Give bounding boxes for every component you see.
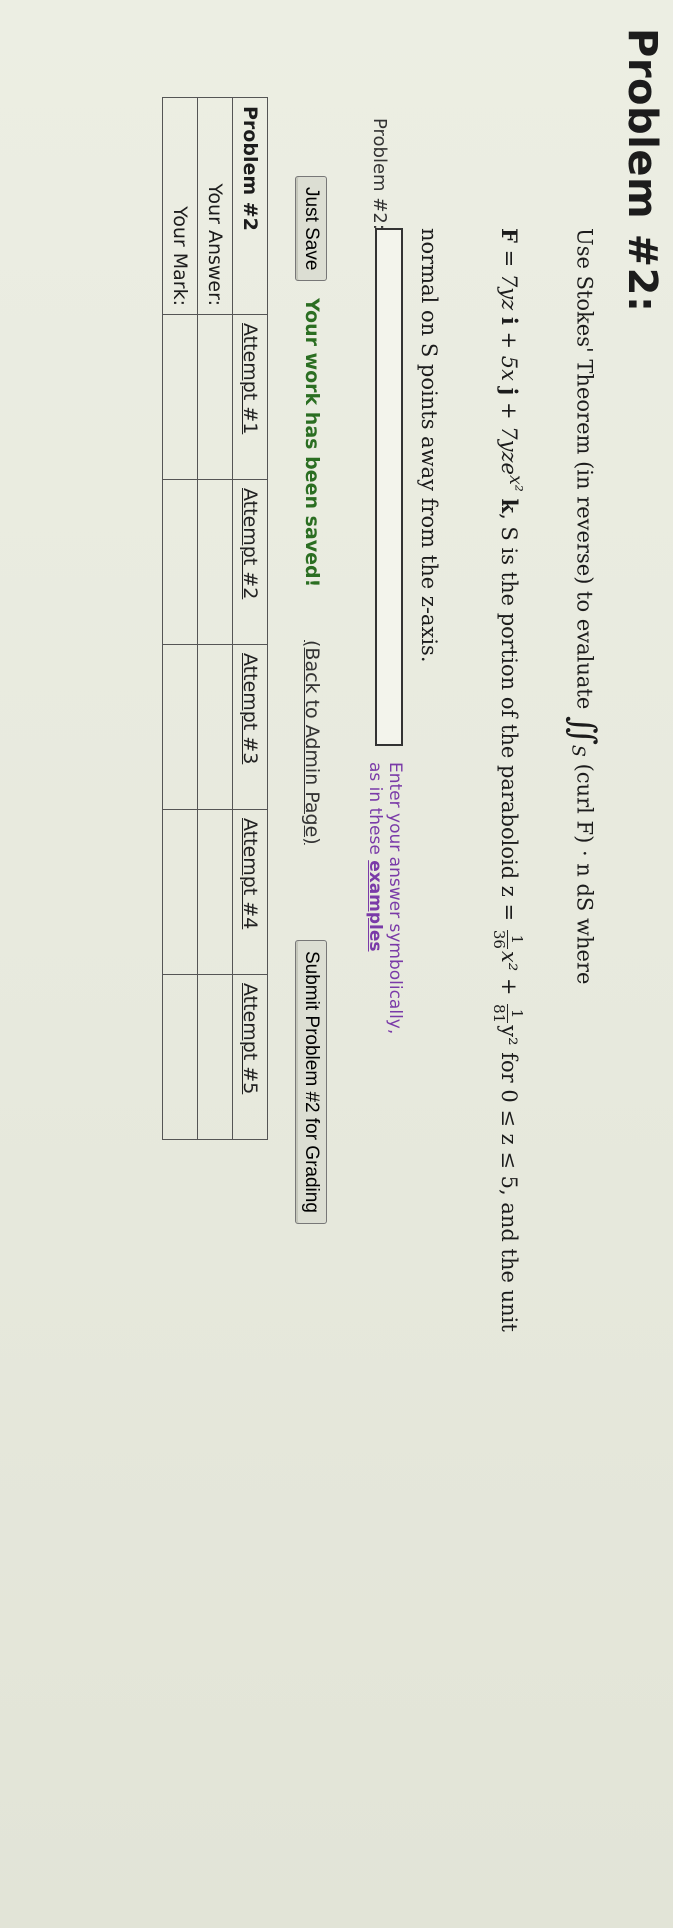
field-F: F xyxy=(497,228,522,243)
answer-cell xyxy=(197,644,233,810)
answer-cell xyxy=(197,314,233,480)
problem-page: Problem #2: Use Stokes' Theorem (in reve… xyxy=(0,0,673,1928)
answer-cell xyxy=(197,974,233,1140)
attempt-1-link[interactable]: Attempt #1 xyxy=(239,323,261,434)
plus-5x: + 5x xyxy=(497,324,521,388)
table-row: Your Answer: xyxy=(197,97,233,1140)
your-mark-label: Your Mark: xyxy=(162,97,198,315)
exponent: x² xyxy=(505,474,525,492)
mark-cell xyxy=(162,974,198,1140)
x2-plus: x² + xyxy=(497,950,521,1003)
table-row: Your Mark: xyxy=(162,97,198,1140)
fraction-1-36: 1 36 xyxy=(490,929,526,949)
table-header-label: Problem #2 xyxy=(232,97,268,315)
hint-line2: as in these xyxy=(365,762,385,861)
submit-problem-button[interactable]: Submit Problem #2 for Grading xyxy=(295,940,327,1224)
field-eq: = 7yz xyxy=(497,242,521,317)
answer-label: Problem #2: xyxy=(369,118,390,230)
attempts-table: Problem #2 Attempt #1 Attempt #2 Attempt… xyxy=(162,97,268,1140)
intro-text: Use Stokes' Theorem (in reverse) to eval… xyxy=(572,228,597,710)
saved-message: Your work has been saved! xyxy=(301,298,323,588)
attempt-5-link[interactable]: Attempt #5 xyxy=(239,983,261,1094)
problem-statement-line1: Use Stokes' Theorem (in reverse) to eval… xyxy=(563,228,603,984)
answer-cell xyxy=(197,479,233,645)
mark-cell xyxy=(162,644,198,810)
mark-cell xyxy=(162,314,198,480)
integral-subscript: S xyxy=(567,744,588,757)
answer-cell xyxy=(197,809,233,975)
integrand-text: (curl F) · n dS xyxy=(572,763,597,912)
unit-k: k xyxy=(497,498,522,514)
fraction-1-81: 1 81 xyxy=(490,1004,526,1024)
answer-input[interactable] xyxy=(375,228,403,746)
mark-cell xyxy=(162,479,198,645)
examples-link[interactable]: examples xyxy=(365,860,385,951)
s-description: , S is the portion of the paraboloid z = xyxy=(497,513,521,928)
attempt-2-link[interactable]: Attempt #2 xyxy=(239,488,261,599)
where-text: where xyxy=(572,918,597,985)
unit-i: i xyxy=(497,316,522,325)
just-save-button[interactable]: Just Save xyxy=(295,176,327,282)
back-to-admin-link[interactable]: (Back to Admin Page) xyxy=(301,640,323,845)
mark-cell xyxy=(162,809,198,975)
table-row: Problem #2 Attempt #1 Attempt #2 Attempt… xyxy=(232,97,268,1140)
answer-hint: Enter your answer symbolically, as in th… xyxy=(365,762,405,1034)
attempt-4-link[interactable]: Attempt #4 xyxy=(239,818,261,929)
hint-line1: Enter your answer symbolically, xyxy=(385,762,405,1035)
attempt-3-link[interactable]: Attempt #3 xyxy=(239,653,261,764)
y2-bounds: y² for 0 ≤ z ≤ 5, and the unit xyxy=(497,1025,521,1332)
problem-title: Problem #2: xyxy=(619,28,665,313)
problem-statement-line2: F = 7yz i + 5x j + 7yzex² k, S is the po… xyxy=(490,228,526,1332)
double-integral-icon: ∬ xyxy=(563,715,603,745)
your-answer-label: Your Answer: xyxy=(197,97,233,315)
problem-statement-line3: normal on S points away from the z-axis. xyxy=(417,228,441,663)
plus-7yze: + 7yze xyxy=(497,395,521,475)
